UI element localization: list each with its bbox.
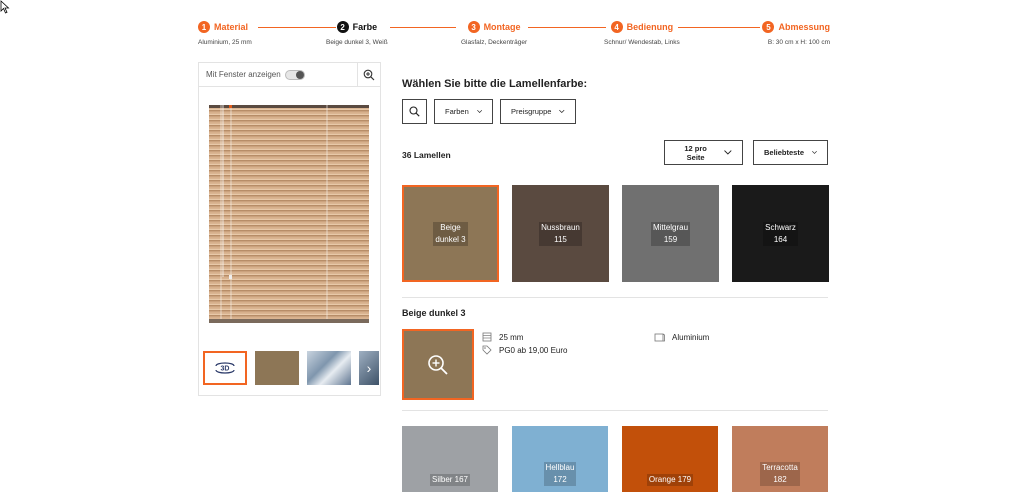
attr-material-value: Aluminium: [672, 332, 710, 342]
step-title: Montage: [483, 22, 521, 32]
chevron-down-icon: [724, 150, 732, 155]
per-page-label: 12 pro Seite: [684, 143, 707, 162]
swatch-label: Nussbraun 115: [539, 221, 582, 246]
swatch-nussbraun[interactable]: Nussbraun 115: [512, 185, 609, 282]
attr-material: Aluminium: [654, 332, 709, 342]
step-connector: [258, 27, 336, 28]
swatch-label: Silber 167: [429, 474, 471, 486]
price-tag-icon: [482, 345, 492, 355]
thumb-next[interactable]: ›: [359, 351, 379, 385]
step-subtitle: Glasfalz, Deckenträger: [461, 39, 528, 46]
swatch-label: Orange 179: [646, 474, 694, 486]
step-subtitle: Aluminium, 25 mm: [198, 39, 252, 46]
step-montage[interactable]: 3 Montage Glasfalz, Deckenträger: [461, 20, 527, 46]
attr-price-group-value: PG0 ab 19,00 Euro: [499, 345, 568, 355]
step-title: Material: [214, 22, 249, 32]
step-subtitle: B: 30 cm x H: 100 cm: [767, 39, 830, 46]
step-material[interactable]: 1 Material Aluminium, 25 mm: [198, 20, 252, 46]
step-title: Bedienung: [626, 22, 674, 32]
selected-color-title: Beige dunkel 3: [402, 308, 466, 318]
divider: [402, 297, 828, 298]
colors-filter-label: Farben: [445, 107, 469, 116]
swatch-label: Beige dunkel 3: [433, 221, 468, 246]
swatch-hellblau[interactable]: Hellblau 172: [512, 426, 608, 492]
swatch-schwarz[interactable]: Schwarz 164: [732, 185, 829, 282]
step-number: 4: [610, 21, 623, 33]
swatch-grid: Beige dunkel 3 Nussbraun 115 Mittelgrau 159…: [402, 185, 829, 282]
swatch-grid-row-2: Silber 167 Hellblau 172 Orange 179 Terrac…: [402, 426, 828, 492]
step-subtitle: Beige dunkel 3, Weiß: [326, 39, 388, 46]
chevron-down-icon: [812, 151, 817, 154]
step-subtitle: Schnur/ Wendestab, Links: [604, 39, 680, 46]
swatch-label: Mittelgrau 159: [650, 221, 691, 246]
thumb-room-view[interactable]: [307, 351, 351, 385]
chevron-down-icon: [559, 109, 565, 114]
blind-preview-image: [209, 105, 369, 323]
swatch-beige-dunkel-3[interactable]: Beige dunkel 3: [402, 185, 499, 282]
swatch-label: Schwarz 164: [763, 221, 798, 246]
per-page-dropdown[interactable]: 12 pro Seite: [664, 140, 743, 165]
step-title: Abmessung: [778, 22, 830, 32]
step-abmessung[interactable]: 5 Abmessung B: 30 cm x H: 100 cm: [762, 20, 830, 46]
thumb-3d-view[interactable]: 3D: [203, 351, 247, 385]
progress-stepper: 1 Material Aluminium, 25 mm 2 Farbe Beige …: [198, 20, 830, 50]
slats-icon: [482, 332, 492, 342]
step-connector: [390, 27, 456, 28]
price-group-dropdown[interactable]: Preisgruppe: [500, 99, 576, 124]
chevron-right-icon: ›: [366, 360, 372, 376]
step-bedienung[interactable]: 4 Bedienung Schnur/ Wendestab, Links: [604, 20, 680, 46]
zoom-button[interactable]: [357, 63, 380, 86]
step-number: 2: [336, 21, 349, 33]
step-farbe[interactable]: 2 Farbe Beige dunkel 3, Weiß: [326, 20, 388, 46]
rotate-3d-icon: 3D: [215, 362, 235, 374]
search-button[interactable]: [402, 99, 427, 124]
window-toggle-label: Mit Fenster anzeigen: [206, 70, 281, 79]
page-heading: Wählen Sie bitte die Lamellenfarbe:: [402, 78, 588, 90]
step-number: 5: [762, 21, 775, 33]
preview-toolbar: Mit Fenster anzeigen: [199, 63, 380, 87]
search-icon: [409, 106, 420, 117]
sort-dropdown[interactable]: Beliebteste: [753, 140, 828, 165]
swatch-silber[interactable]: Silber 167: [402, 426, 498, 492]
divider: [402, 410, 828, 411]
zoom-in-icon: [363, 69, 375, 80]
window-toggle[interactable]: [284, 69, 305, 80]
step-number: 3: [467, 21, 480, 33]
mouse-cursor-icon: [0, 0, 10, 14]
preview-panel: Mit Fenster anzeigen 3D ›: [198, 62, 381, 396]
step-title: Farbe: [352, 22, 378, 32]
filter-bar: Farben Preisgruppe: [402, 99, 576, 124]
sort-bar: 12 pro Seite Beliebteste: [664, 140, 828, 165]
thumb-color-swatch[interactable]: [255, 351, 299, 385]
attr-price-group: PG0 ab 19,00 Euro: [482, 345, 568, 355]
thumb-3d-label: 3D: [221, 366, 230, 373]
zoom-in-icon: [428, 354, 448, 375]
swatch-label: Terracotta 182: [760, 462, 800, 486]
swatch-terracotta[interactable]: Terracotta 182: [732, 426, 828, 492]
price-group-label: Preisgruppe: [511, 107, 552, 116]
colors-filter-dropdown[interactable]: Farben: [434, 99, 493, 124]
step-number: 1: [198, 21, 210, 33]
chevron-down-icon: [476, 109, 482, 113]
swatch-label: Hellblau 172: [543, 462, 577, 486]
step-connector: [528, 27, 606, 28]
attr-slat-width-value: 25 mm: [499, 332, 524, 342]
material-icon: [654, 333, 665, 342]
thumbnail-strip: 3D ›: [203, 351, 381, 387]
swatch-orange[interactable]: Orange 179: [622, 426, 718, 492]
attr-slat-width: 25 mm: [482, 332, 523, 342]
sort-label: Beliebteste: [764, 148, 805, 157]
selected-color-zoom[interactable]: [402, 329, 474, 400]
step-connector: [678, 27, 760, 28]
swatch-mittelgrau[interactable]: Mittelgrau 159: [622, 185, 719, 282]
result-count: 36 Lamellen: [402, 150, 451, 160]
